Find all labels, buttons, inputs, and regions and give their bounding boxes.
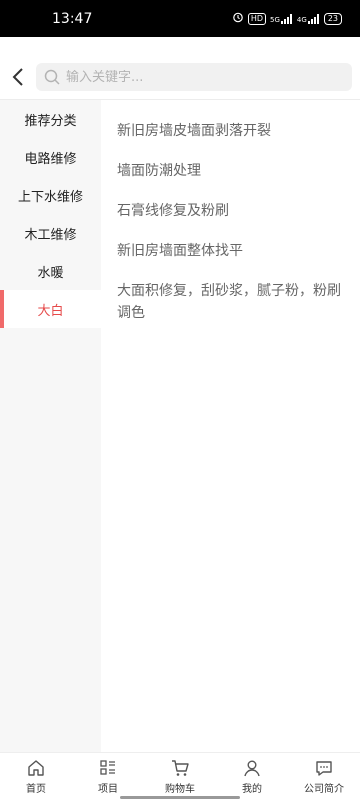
tab-mine[interactable]: 我的: [216, 753, 288, 800]
search-icon: [44, 69, 60, 85]
chevron-left-icon: [12, 68, 23, 86]
subcategory-list: 新旧房墙皮墙面剥落开裂 墙面防潮处理 石膏线修复及粉刷 新旧房墙面整体找平 大面…: [101, 100, 360, 752]
tab-home[interactable]: 首页: [0, 753, 72, 800]
search-box[interactable]: [36, 63, 352, 91]
signal-5g-icon: 5G: [270, 13, 293, 24]
tab-projects[interactable]: 项目: [72, 753, 144, 800]
tab-label: 公司简介: [304, 784, 344, 795]
tab-label: 购物车: [165, 784, 195, 795]
list-item[interactable]: 石膏线修复及粉刷: [117, 200, 344, 222]
tab-cart[interactable]: 购物车: [144, 753, 216, 800]
chat-icon: [316, 761, 332, 776]
tab-label: 首页: [26, 784, 46, 795]
net-label-5g: 5G: [270, 15, 280, 24]
sidebar-item-painting[interactable]: 大白: [0, 290, 101, 328]
sidebar-item-label: 水暖: [37, 265, 64, 281]
sidebar-item-label: 上下水维修: [17, 189, 83, 205]
sidebar-item-recommended[interactable]: 推荐分类: [0, 100, 101, 138]
category-sidebar: 推荐分类 电路维修 上下水维修 木工维修 水暖 大白: [0, 100, 101, 752]
sidebar-item-label: 木工维修: [24, 227, 77, 243]
hd-icon: HD: [247, 12, 267, 25]
sidebar-item-label: 推荐分类: [24, 113, 77, 129]
sidebar-item-plumbing-repair[interactable]: 上下水维修: [0, 176, 101, 214]
home-indicator[interactable]: [120, 796, 240, 799]
list-item[interactable]: 墙面防潮处理: [117, 160, 344, 182]
net-label-4g: 4G: [296, 15, 307, 24]
back-button[interactable]: [0, 55, 36, 99]
grid-list-icon: [100, 760, 115, 775]
alarm-icon: [232, 11, 244, 26]
tab-company-intro[interactable]: 公司简介: [288, 753, 360, 800]
tab-label: 项目: [98, 784, 118, 795]
bottom-tabbar: 首页 项目 购物车 我的 公司简介: [0, 752, 360, 800]
user-icon: [244, 760, 260, 777]
sidebar-item-carpentry-repair[interactable]: 木工维修: [0, 214, 101, 252]
home-icon: [28, 760, 44, 776]
cart-icon: [172, 760, 189, 776]
sidebar-item-label: 电路维修: [24, 151, 77, 167]
status-bar: 13:47 HD 5G 4G 23: [0, 0, 360, 37]
sidebar-item-label: 大白: [37, 303, 64, 319]
search-bar: [0, 55, 360, 99]
sidebar-item-circuit-repair[interactable]: 电路维修: [0, 138, 101, 176]
battery-icon: 23: [323, 12, 342, 25]
list-item[interactable]: 新旧房墙皮墙面剥落开裂: [117, 120, 344, 142]
status-icons: HD 5G 4G 23: [232, 11, 342, 26]
search-input[interactable]: [66, 69, 326, 85]
status-time: 13:47: [52, 10, 93, 27]
tab-label: 我的: [242, 784, 262, 795]
list-item[interactable]: 新旧房墙面整体找平: [117, 240, 344, 262]
list-item[interactable]: 大面积修复，刮砂浆，腻子粉，粉刷调色: [117, 280, 344, 324]
sidebar-item-heating[interactable]: 水暖: [0, 252, 101, 290]
signal-4g-icon: 4G: [296, 13, 320, 24]
